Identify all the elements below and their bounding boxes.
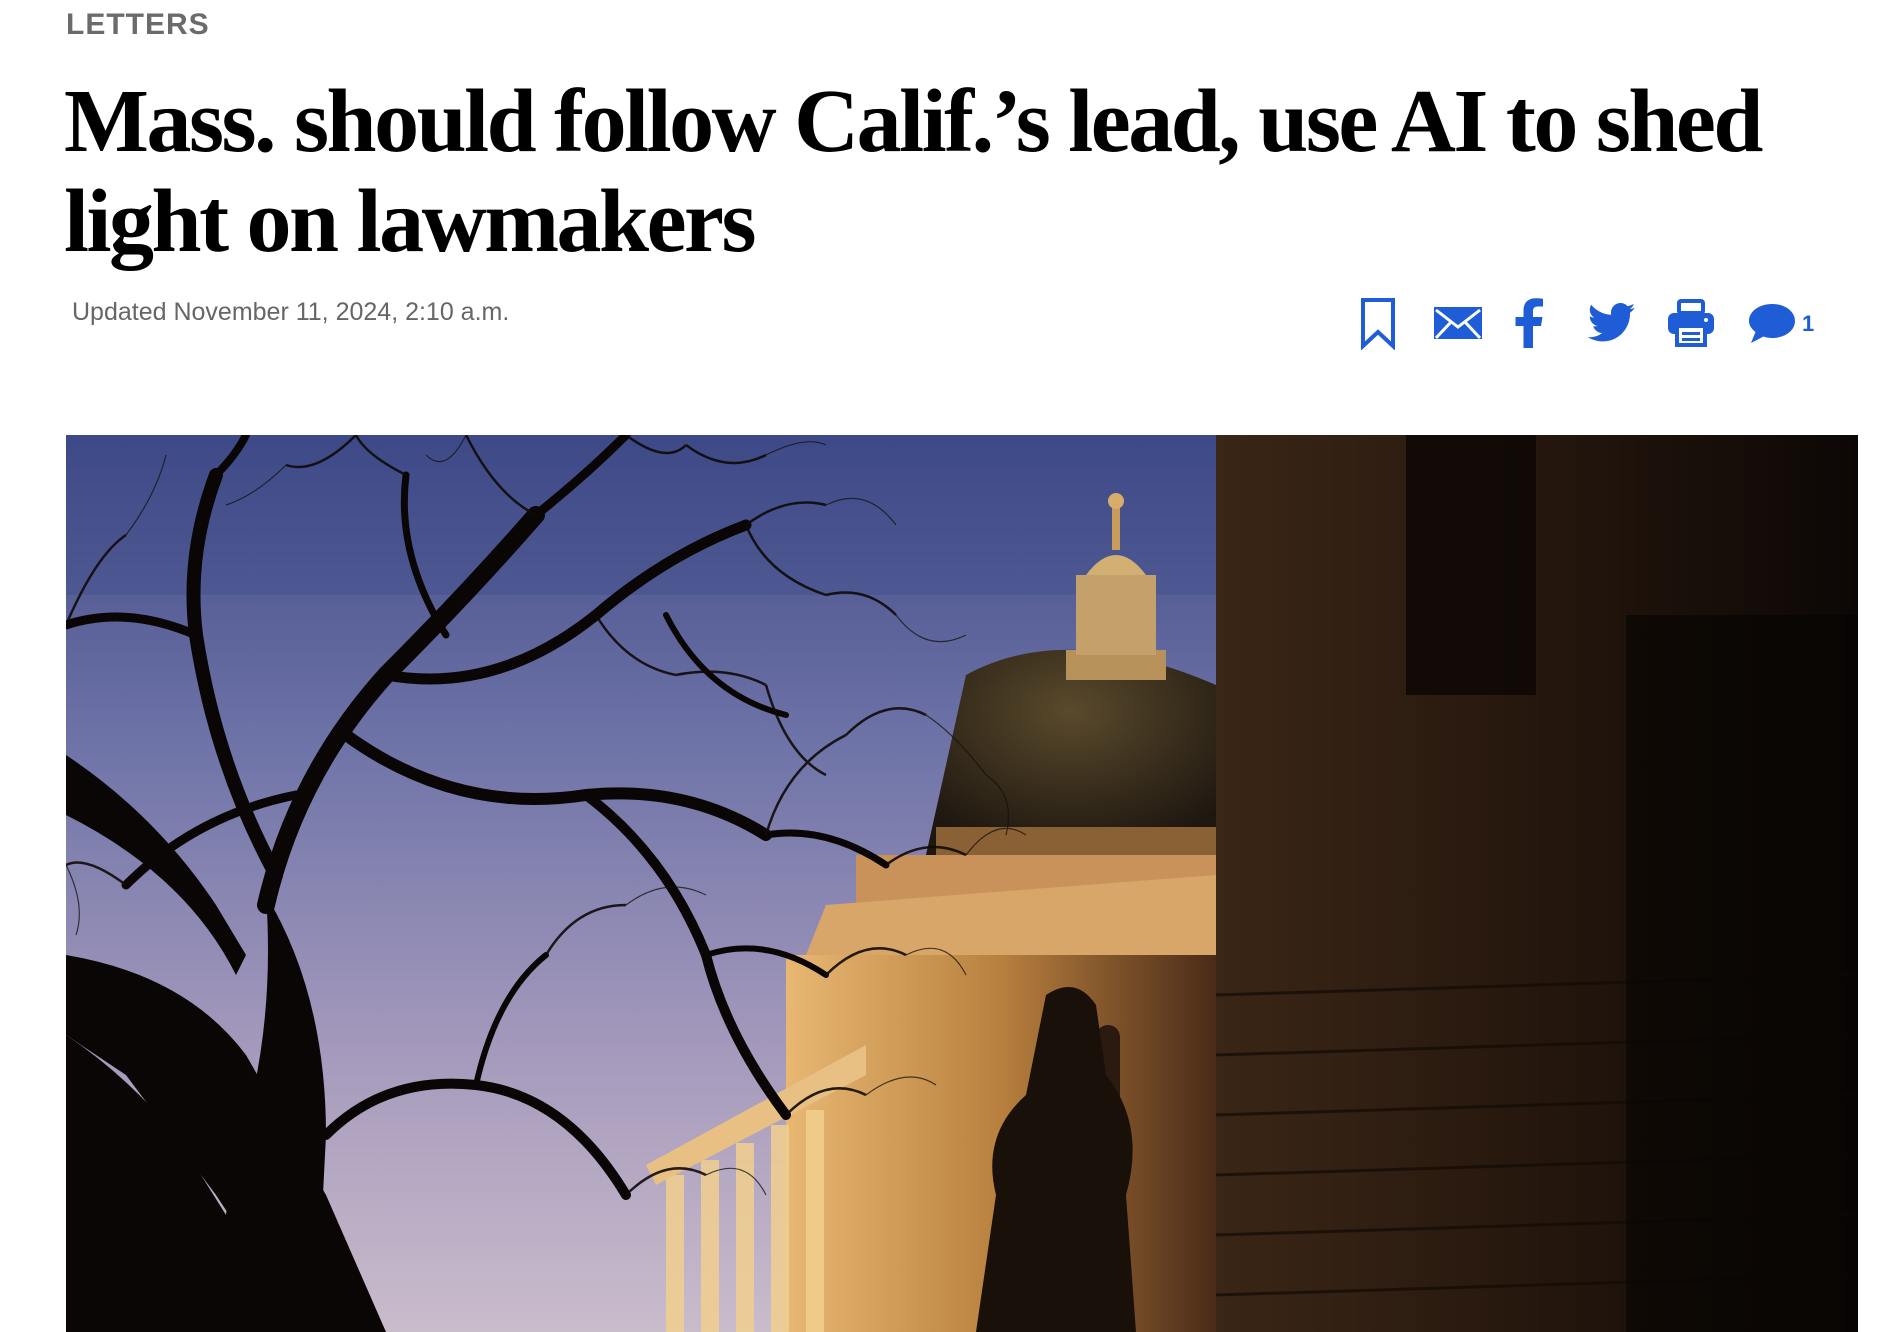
comments-button[interactable]: 1 bbox=[1746, 296, 1814, 350]
share-bar: 1 bbox=[1356, 296, 1814, 350]
email-icon bbox=[1432, 305, 1484, 341]
print-button[interactable] bbox=[1666, 296, 1716, 350]
twitter-share-button[interactable] bbox=[1588, 296, 1636, 350]
comment-icon bbox=[1746, 300, 1798, 346]
facebook-share-button[interactable] bbox=[1512, 296, 1546, 350]
facebook-icon bbox=[1514, 298, 1544, 348]
print-icon bbox=[1666, 298, 1716, 348]
comment-count: 1 bbox=[1802, 311, 1815, 336]
bookmark-button[interactable] bbox=[1356, 296, 1400, 350]
article-headline: Mass. should follow Calif.’s lead, use A… bbox=[64, 72, 1763, 271]
twitter-icon bbox=[1588, 303, 1636, 343]
bookmark-icon bbox=[1358, 296, 1398, 350]
email-share-button[interactable] bbox=[1432, 296, 1484, 350]
hero-image bbox=[66, 435, 1858, 1332]
article-dateline: Updated November 11, 2024, 2:10 a.m. bbox=[72, 298, 510, 326]
section-label[interactable]: LETTERS bbox=[66, 8, 210, 42]
